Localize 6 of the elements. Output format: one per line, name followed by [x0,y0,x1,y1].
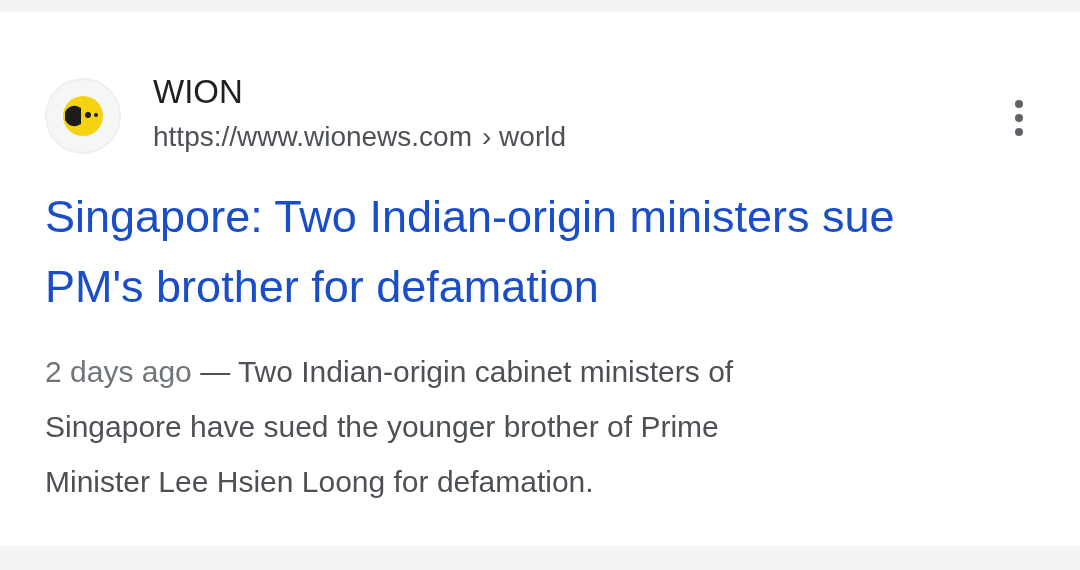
result-title-link[interactable]: Singapore: Two Indian-origin ministers sue PM's brother for defamation [45,182,905,322]
more-options-icon[interactable] [1013,100,1025,136]
site-url: https://www.wionews.com [153,120,472,154]
snippet-text: 2 days ago — Two Indian-origin cabinet ministers of Singapore have sued the younger brother of Prime Minister Lee Hsien Loong for defamation. [45,354,735,500]
site-name: WION [153,72,244,112]
breadcrumb-text: › world [482,120,566,154]
